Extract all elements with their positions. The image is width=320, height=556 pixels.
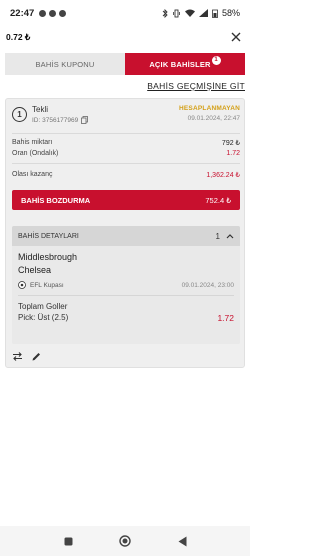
bet-status: HESAPLANMAYAN (179, 105, 240, 112)
bet-number: 1 (12, 107, 27, 122)
signal-icon (198, 9, 208, 17)
betslip-tabs: BAHİS KUPONU AÇIK BAHİSLER 1 (5, 53, 245, 75)
notification-icon (39, 9, 47, 17)
divider (12, 163, 240, 164)
chevron-up-icon[interactable] (226, 233, 234, 239)
bet-details-title: BAHİS DETAYLARI (18, 232, 79, 240)
pick-odds: 1.72 (217, 313, 234, 323)
topbar: 0.72 ₺ (0, 26, 250, 48)
recents-button[interactable] (61, 534, 75, 548)
vibrate-icon (173, 9, 180, 17)
league-row: EFL Kupası 09.01.2024, 23:00 (18, 280, 234, 290)
back-icon (178, 536, 186, 546)
potential-win-row: Olası kazanç 1,362.24 ₺ (12, 171, 240, 181)
message-icon (49, 9, 57, 17)
edit-icon[interactable] (31, 351, 42, 362)
system-nav-bar (0, 526, 250, 556)
home-button[interactable] (118, 534, 132, 548)
card-actions (12, 351, 42, 362)
divider (18, 295, 234, 296)
copy-icon[interactable] (81, 116, 89, 124)
pick-text: Pick: Üst (2.5) (18, 313, 69, 322)
cashout-label: BAHİS BOZDURMA (21, 195, 91, 205)
close-icon[interactable] (228, 29, 244, 45)
home-team: Middlesbrough (18, 252, 78, 262)
bet-header: 1 Tekli ID: 3756177969 HESAPLANMAYAN 09.… (12, 105, 240, 129)
recents-icon (64, 537, 72, 545)
open-bets-count-badge: 1 (211, 55, 221, 65)
bet-id: ID: 3756177969 (32, 116, 89, 124)
selection-count: 1 (215, 231, 220, 241)
divider (12, 133, 240, 134)
match-date: 09.01.2024, 23:00 (181, 281, 234, 289)
potential-win-label: Olası kazanç (12, 171, 53, 178)
status-time: 22:47 (10, 7, 35, 19)
tab-label: BAHİS KUPONU (35, 59, 95, 69)
stake-label: Bahis miktarı (12, 139, 53, 146)
away-team: Chelsea (18, 265, 52, 275)
chat-icon (59, 9, 67, 17)
bet-type: Tekli (32, 105, 49, 114)
odds-row: Oran (Ondalık) 1.72 (12, 150, 240, 160)
cashout-amount: 752.4 ₺ (205, 195, 231, 205)
market-name: Toplam Goller (18, 302, 68, 311)
league-name: EFL Kupası (30, 281, 64, 289)
selection-item: Middlesbrough Chelsea EFL Kupası 09.01.2… (12, 246, 240, 344)
back-button[interactable] (175, 534, 189, 548)
battery-level: 58% (221, 8, 240, 18)
tab-open-bets[interactable]: AÇIK BAHİSLER 1 (125, 53, 245, 75)
odds-value: 1.72 (226, 150, 240, 157)
cashout-button[interactable]: BAHİS BOZDURMA 752.4 ₺ (12, 190, 240, 210)
bet-details-header[interactable]: BAHİS DETAYLARI 1 (12, 226, 240, 246)
football-icon (18, 281, 26, 289)
wifi-icon (184, 9, 195, 17)
status-bar: 22:47 58% (0, 0, 250, 26)
potential-win-value: 1,362.24 ₺ (206, 172, 240, 179)
battery-icon (212, 9, 218, 18)
swap-icon[interactable] (12, 351, 23, 362)
home-icon (119, 535, 131, 547)
tab-label: AÇIK BAHİSLER (149, 59, 211, 69)
open-bet-card: 1 Tekli ID: 3756177969 HESAPLANMAYAN 09.… (5, 98, 245, 368)
bet-id-text: ID: 3756177969 (32, 116, 79, 124)
stake-value: 792 ₺ (221, 140, 240, 147)
odds-label: Oran (Ondalık) (12, 150, 59, 157)
stake-row: Bahis miktarı 792 ₺ (12, 139, 240, 149)
tab-bet-slip[interactable]: BAHİS KUPONU (5, 53, 125, 75)
bluetooth-icon (162, 8, 168, 18)
bet-details-panel: BAHİS DETAYLARI 1 Middlesbrough Chelsea … (12, 226, 240, 344)
balance: 0.72 ₺ (6, 31, 31, 42)
bet-date: 09.01.2024, 22:47 (187, 115, 240, 122)
bet-history-link[interactable]: BAHİS GEÇMİŞİNE GİT (147, 81, 245, 91)
